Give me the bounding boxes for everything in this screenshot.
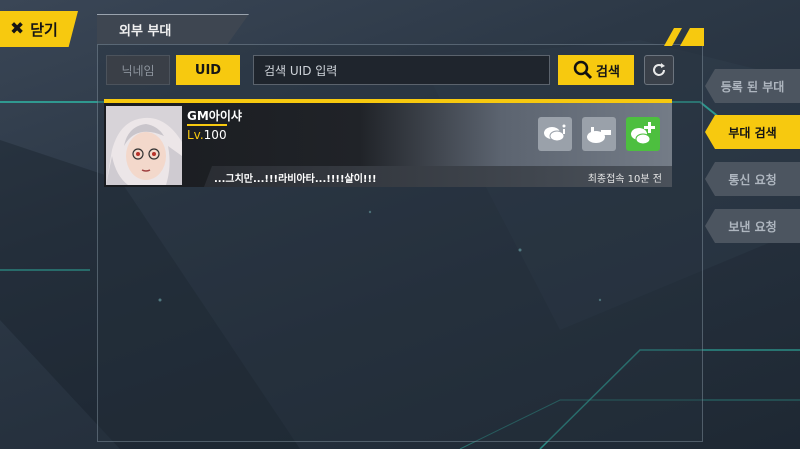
side-menu-search-label: 부대 검색 [728,125,777,140]
add-friend-button[interactable] [626,117,660,151]
level-value: 100 [203,128,227,142]
level-prefix: Lv. [187,128,204,142]
whistle-button[interactable] [582,117,616,151]
player-level: Lv.100 [187,128,227,142]
search-placeholder: 검색 UID 입력 [264,63,338,78]
close-icon: ✖ [10,19,25,39]
tab-nickname[interactable]: 닉네임 [106,55,170,85]
player-avatar[interactable] [106,106,182,185]
tab-uid-label: UID [194,62,222,78]
player-name: GM아이샤 [187,109,242,123]
player-card[interactable]: GM아이샤 Lv.100 ...그치만...!!!라비아타...!!!!살이!!… [104,99,672,187]
last-login: 최종접속 10분 전 [587,174,662,185]
tab-uid[interactable]: UID [176,55,240,85]
panel-corner-stripe [664,28,704,46]
refresh-button[interactable] [644,55,674,85]
tab-nickname-label: 닉네임 [121,63,155,78]
chat-icon [544,124,566,142]
status-message: ...그치만...!!!라비아타...!!!!살이!!! [214,174,377,185]
side-menu-registered-label: 등록 된 부대 [720,79,785,94]
side-menu-search[interactable]: 부대 검색 [705,115,800,149]
search-input[interactable]: 검색 UID 입력 [253,55,550,85]
whistle-icon [587,127,611,143]
chat-button[interactable] [538,117,572,151]
panel-title-tab: 외부 부대 [97,14,249,44]
side-menu-requests-label: 통신 요청 [728,172,777,187]
side-menu-sent[interactable]: 보낸 요청 [705,209,800,243]
level-underline [187,124,227,126]
close-button-label: 닫기 [30,20,58,39]
add-friend-icon [631,122,655,145]
panel-title: 외부 부대 [119,24,172,39]
search-button[interactable]: 검색 [558,55,634,85]
side-menu-registered[interactable]: 등록 된 부대 [705,69,800,103]
search-button-label: 검색 [596,64,620,80]
refresh-icon [653,63,665,76]
search-icon [573,60,593,80]
side-menu-sent-label: 보낸 요청 [728,219,777,234]
close-button[interactable]: ✖ 닫기 [0,11,78,47]
side-menu-requests[interactable]: 통신 요청 [705,162,800,196]
avatar-portrait [106,106,182,185]
